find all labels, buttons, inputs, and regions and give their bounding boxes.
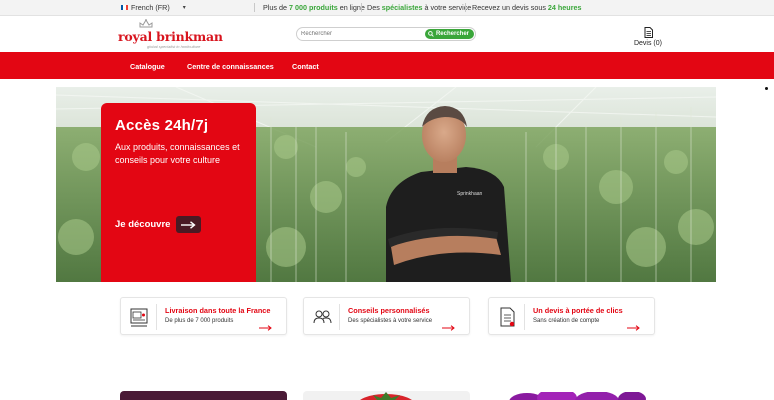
orchid-image xyxy=(509,391,646,400)
crown-logo-icon xyxy=(139,19,153,28)
feature-title: Livraison dans toute la France xyxy=(165,306,271,315)
quote-label: Devis (0) xyxy=(633,40,662,47)
category-card-tomato[interactable] xyxy=(303,391,470,400)
usp-products: Plus de 7 000 produits en ligne xyxy=(263,3,365,12)
search-button[interactable]: Rechercher xyxy=(424,29,474,39)
slider-indicator[interactable] xyxy=(765,87,768,90)
feature-subtitle: Sans création de compte xyxy=(533,318,600,324)
discover-button-label: Je découvre xyxy=(115,219,171,230)
divider xyxy=(339,304,340,330)
usp-highlight: spécialistes xyxy=(381,3,423,12)
hero-card: Accès 24h/7j Aux produits, connaissances… xyxy=(101,103,256,282)
search-button-label: Rechercher xyxy=(435,31,469,37)
hero-title: Accès 24h/7j xyxy=(115,117,209,134)
divider xyxy=(156,304,157,330)
feature-subtitle: De plus de 7 000 produits xyxy=(165,318,234,324)
search-bar: Rechercher xyxy=(296,27,476,41)
usp-text: Recevez un devis sous xyxy=(472,3,548,12)
feature-quote[interactable]: Un devis à portée de clics Sans création… xyxy=(488,297,655,335)
users-icon xyxy=(311,305,333,329)
divider xyxy=(254,3,255,12)
quote-cart[interactable]: Devis (0) xyxy=(633,27,663,47)
divider xyxy=(361,3,362,12)
feature-subtitle: Des spécialistes à votre service xyxy=(348,318,433,324)
logo-tagline: global specialist in horticulture xyxy=(147,44,201,49)
hero-subtitle: Aux produits, connaissances et conseils … xyxy=(115,142,240,165)
divider xyxy=(465,3,466,12)
category-card-1[interactable] xyxy=(120,391,287,400)
category-card-orchid[interactable] xyxy=(487,391,654,400)
language-selector[interactable]: French (FR) ▾ xyxy=(121,3,186,12)
arrow-right-icon xyxy=(442,325,455,331)
french-flag-icon xyxy=(121,5,128,10)
feature-title: Conseils personnalisés xyxy=(348,306,430,315)
usp-text: à votre service xyxy=(422,3,472,12)
arrow-right-icon xyxy=(259,325,272,331)
document-icon xyxy=(496,305,518,329)
nav-item-catalogue[interactable]: Catalogue xyxy=(130,62,165,71)
quote-document-icon xyxy=(644,27,653,38)
truck-icon xyxy=(128,305,150,329)
logo-wordmark: royal brinkman xyxy=(118,29,223,44)
usp-highlight: 7 000 produits xyxy=(288,3,338,12)
discover-button[interactable]: Je découvre xyxy=(115,216,202,233)
usp-highlight: 24 heures xyxy=(547,3,582,12)
usp-text: Plus de xyxy=(263,3,289,12)
search-icon xyxy=(428,31,434,37)
search-input[interactable] xyxy=(301,29,421,39)
hero-banner[interactable]: Sprinkhaan Accès 24h/7j Aux produits, co… xyxy=(56,87,716,282)
arrow-right-icon xyxy=(176,216,202,233)
royal-brinkman-logo[interactable]: royal brinkman global specialist in hort… xyxy=(118,18,223,50)
divider xyxy=(524,304,525,330)
tomato-image xyxy=(360,392,412,400)
usp-quote: Recevez un devis sous 24 heures xyxy=(472,3,581,12)
shirt-logo-text: Sprinkhaan xyxy=(457,191,483,197)
arrow-right-icon xyxy=(627,325,640,331)
usp-text: Des xyxy=(367,3,382,12)
nav-item-contact[interactable]: Contact xyxy=(292,62,319,71)
nav-item-knowledge-center[interactable]: Centre de connaissances xyxy=(187,62,274,71)
site-header: royal brinkman global specialist in hort… xyxy=(0,16,774,52)
main-nav: Catalogue Centre de connaissances Contac… xyxy=(0,52,774,79)
chevron-down-icon: ▾ xyxy=(182,5,186,11)
feature-delivery[interactable]: Livraison dans toute la France De plus d… xyxy=(120,297,287,335)
language-label: French (FR) xyxy=(131,3,170,12)
usp-specialists: Des spécialistes à votre service xyxy=(367,3,471,12)
top-bar: French (FR) ▾ Plus de 7 000 produits en … xyxy=(0,0,774,16)
feature-title: Un devis à portée de clics xyxy=(533,306,623,315)
feature-advice[interactable]: Conseils personnalisés Des spécialistes … xyxy=(303,297,470,335)
